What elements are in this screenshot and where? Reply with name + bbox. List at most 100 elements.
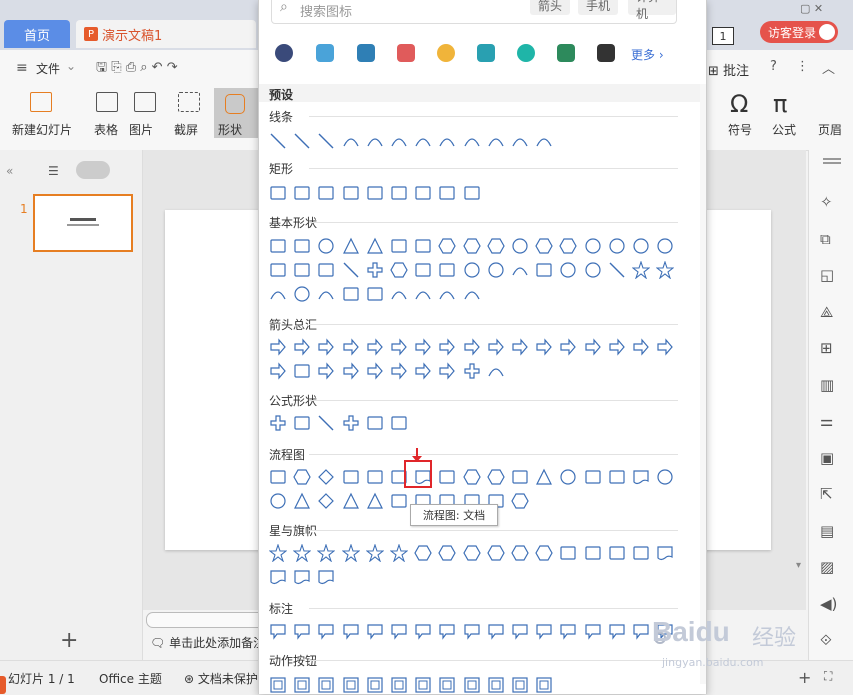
shape-item[interactable] xyxy=(438,676,456,694)
shape-item[interactable] xyxy=(656,237,674,255)
more-options-icon[interactable]: ⋮ xyxy=(796,59,809,74)
shape-item[interactable] xyxy=(317,285,335,303)
collapse-panel-icon[interactable]: « xyxy=(6,164,13,178)
shape-item[interactable] xyxy=(390,285,408,303)
shape-item[interactable] xyxy=(656,338,674,356)
featured-person-icon[interactable] xyxy=(557,44,575,62)
shape-item[interactable] xyxy=(342,362,360,380)
shape-item[interactable] xyxy=(317,184,335,202)
shape-item[interactable] xyxy=(463,285,481,303)
shape-item[interactable] xyxy=(463,132,481,150)
shape-button[interactable]: 形状 xyxy=(214,88,258,138)
shape-item[interactable] xyxy=(535,676,553,694)
shape-item[interactable] xyxy=(342,414,360,432)
shape-item[interactable] xyxy=(269,237,287,255)
shape-item[interactable] xyxy=(390,362,408,380)
shape-item[interactable] xyxy=(584,237,602,255)
shape-item[interactable] xyxy=(438,338,456,356)
window-controls[interactable]: ▢ ✕ xyxy=(800,2,850,16)
shape-item[interactable] xyxy=(269,568,287,586)
shape-item[interactable] xyxy=(632,544,650,562)
tab-home[interactable]: 首页 xyxy=(4,20,70,48)
more-icons-link[interactable]: 更多 › xyxy=(631,46,664,63)
screenshot-button[interactable]: 截屏 xyxy=(174,121,198,138)
shape-item[interactable] xyxy=(608,237,626,255)
shape-item[interactable] xyxy=(535,261,553,279)
shape-item[interactable] xyxy=(438,132,456,150)
shape-item[interactable] xyxy=(317,237,335,255)
flowchart-document-highlight[interactable] xyxy=(404,460,432,488)
file-menu[interactable]: 文件 xyxy=(36,60,60,77)
shape-item[interactable] xyxy=(390,338,408,356)
shape-item[interactable] xyxy=(293,492,311,510)
shape-item[interactable] xyxy=(317,468,335,486)
shape-item[interactable] xyxy=(608,261,626,279)
shape-item[interactable] xyxy=(293,261,311,279)
shape-item[interactable] xyxy=(584,261,602,279)
notes-area[interactable]: 🗨 单击此处添加备注 xyxy=(150,634,265,651)
shape-item[interactable] xyxy=(269,622,287,640)
shape-item[interactable] xyxy=(293,622,311,640)
shape-item[interactable] xyxy=(584,544,602,562)
shape-item[interactable] xyxy=(342,492,360,510)
search-chip-phone[interactable]: 手机 xyxy=(578,0,619,15)
shape-item[interactable] xyxy=(414,544,432,562)
new-slide-button[interactable]: 新建幻灯片 xyxy=(12,121,72,138)
shape-item[interactable] xyxy=(487,468,505,486)
shape-item[interactable] xyxy=(535,622,553,640)
shape-item[interactable] xyxy=(317,492,335,510)
shape-item[interactable] xyxy=(293,285,311,303)
shape-item[interactable] xyxy=(269,544,287,562)
shape-item[interactable] xyxy=(511,468,529,486)
shape-item[interactable] xyxy=(342,468,360,486)
shape-item[interactable] xyxy=(366,362,384,380)
shape-item[interactable] xyxy=(317,338,335,356)
shape-item[interactable] xyxy=(414,338,432,356)
shape-item[interactable] xyxy=(511,622,529,640)
shape-item[interactable] xyxy=(438,468,456,486)
shape-item[interactable] xyxy=(390,184,408,202)
scroll-down-icon[interactable]: ▾ xyxy=(796,560,801,571)
shape-item[interactable] xyxy=(438,622,456,640)
shape-item[interactable] xyxy=(414,676,432,694)
side-tools[interactable]: ✧ ⧉ ◱ ⟁ ⊞ ▥ ⚌ ▣ ⇱ ▤ ▨ ◀) ⟐ xyxy=(820,184,840,649)
picture-button[interactable]: 图片 xyxy=(129,121,153,138)
shape-item[interactable] xyxy=(559,261,577,279)
theme-name[interactable]: Office 主题 xyxy=(99,670,162,687)
comment-button[interactable]: ⊞ 批注 xyxy=(708,60,749,79)
shape-item[interactable] xyxy=(656,544,674,562)
rail-menu-icon[interactable] xyxy=(823,158,841,160)
shape-item[interactable] xyxy=(317,132,335,150)
shape-item[interactable] xyxy=(269,132,287,150)
shape-item[interactable] xyxy=(390,261,408,279)
collapse-ribbon-icon[interactable]: ︿ xyxy=(822,58,835,77)
shape-item[interactable] xyxy=(559,338,577,356)
featured-globe-icon[interactable] xyxy=(437,44,455,62)
shape-item[interactable] xyxy=(632,237,650,255)
icon-search-box[interactable]: ⌕ 搜索图标 箭头 手机 计算机 xyxy=(271,0,677,24)
shape-item[interactable] xyxy=(269,468,287,486)
shape-item[interactable] xyxy=(487,132,505,150)
shape-item[interactable] xyxy=(317,676,335,694)
shape-item[interactable] xyxy=(293,184,311,202)
shape-item[interactable] xyxy=(463,261,481,279)
shape-item[interactable] xyxy=(608,338,626,356)
shape-item[interactable] xyxy=(511,676,529,694)
shape-item[interactable] xyxy=(438,261,456,279)
shape-item[interactable] xyxy=(487,261,505,279)
help-icon[interactable]: ? xyxy=(770,59,777,74)
shape-item[interactable] xyxy=(269,338,287,356)
panel-scrollbar[interactable] xyxy=(700,84,706,684)
tab-document[interactable]: P 演示文稿1 xyxy=(76,20,256,48)
shape-item[interactable] xyxy=(463,338,481,356)
shape-item[interactable] xyxy=(342,237,360,255)
shape-item[interactable] xyxy=(559,468,577,486)
shape-item[interactable] xyxy=(559,237,578,255)
document-protection[interactable]: ⊛ 文档未保护 xyxy=(184,670,258,687)
shape-item[interactable] xyxy=(511,492,529,510)
shape-item[interactable] xyxy=(463,676,481,694)
shape-item[interactable] xyxy=(608,622,626,640)
shape-item[interactable] xyxy=(535,544,553,562)
shape-item[interactable] xyxy=(632,468,650,486)
shape-item[interactable] xyxy=(511,338,529,356)
